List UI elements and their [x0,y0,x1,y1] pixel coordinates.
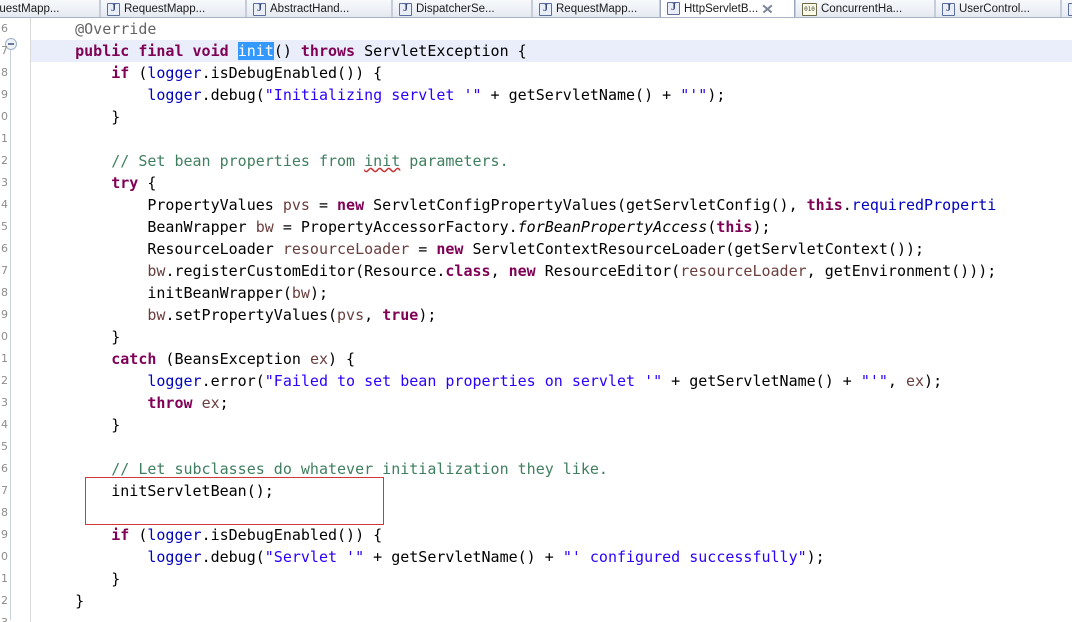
java-file-icon [253,2,266,16]
code-line[interactable]: PropertyValues pvs = new ServletConfigPr… [31,194,1072,216]
editor-tab-overflow[interactable] [1061,0,1072,17]
code-line[interactable]: initBeanWrapper(bw); [31,282,1072,304]
line-number: 8 [1,286,8,299]
line-number: 1 [1,132,8,145]
close-icon[interactable] [762,3,773,14]
editor-tab-label: DispatcherSe... [416,3,495,15]
editor-tab-requestmapp[interactable]: RequestMapp... [532,0,660,17]
editor-tab-label: questMapp... [0,3,60,15]
line-number: 2 [1,594,8,607]
code-line[interactable]: public final void init() throws ServletE… [31,40,1072,62]
editor-tab-abstracthand[interactable]: AbstractHand... [246,0,392,17]
code-line[interactable]: if (logger.isDebugEnabled()) { [31,524,1072,546]
code-line[interactable]: bw.registerCustomEditor(Resource.class, … [31,260,1072,282]
code-line[interactable]: } [31,106,1072,128]
code-line[interactable]: if (logger.isDebugEnabled()) { [31,62,1072,84]
editor-tab-dispatcherse[interactable]: DispatcherSe... [392,0,532,17]
code-line[interactable]: bw.setPropertyValues(pvs, true); [31,304,1072,326]
java-file-icon [539,2,552,16]
editor-tab-httpservletb[interactable]: HttpServletB... [660,0,795,17]
code-line[interactable]: } [31,590,1072,612]
line-number-gutter[interactable]: 6 7 8 9 0 1 2 3 4 5 6 7 8 9 0 1 2 3 4 5 6 7 8 9 0 1 2 3 [0,18,31,622]
editor-tab-label: RequestMapp... [556,3,638,15]
line-number: 9 [1,528,8,541]
line-number: 2 [1,374,8,387]
code-line[interactable]: @Override [31,18,1072,40]
line-number: 0 [1,110,8,123]
line-number: 4 [1,418,8,431]
line-number: 8 [1,66,8,79]
editor-tab-label: ConcurrentHa... [821,3,903,15]
line-number: 0 [1,330,8,343]
line-number: 6 [1,242,8,255]
line-number: 8 [1,506,8,519]
java-file-icon [667,1,680,15]
editor-tab-concurrentha[interactable]: ConcurrentHa... [795,0,935,17]
line-number: 7 [1,484,8,497]
line-number: 5 [1,440,8,453]
code-line[interactable]: } [31,414,1072,436]
code-editor[interactable]: 6 7 8 9 0 1 2 3 4 5 6 7 8 9 0 1 2 3 4 5 6 7 8 9 0 1 2 3 @Override p… [0,18,1072,622]
java-file-icon [107,2,120,16]
line-number: 6 [1,462,8,475]
folding-bar [10,50,11,620]
editor-tab-requestmapp[interactable]: RequestMapp... [100,0,246,17]
code-line[interactable]: logger.error("Failed to set bean propert… [31,370,1072,392]
code-line[interactable] [31,436,1072,458]
code-line[interactable]: // Set bean properties from init paramet… [31,150,1072,172]
line-number: 3 [1,176,8,189]
editor-tab-questmapp[interactable]: questMapp... [0,0,100,17]
code-line[interactable]: try { [31,172,1072,194]
editor-tab-label: RequestMapp... [124,3,206,15]
code-line[interactable]: ResourceLoader resourceLoader = new Serv… [31,238,1072,260]
line-number: 9 [1,88,8,101]
line-number: 2 [1,154,8,167]
line-number: 0 [1,550,8,563]
code-line[interactable]: throw ex; [31,392,1072,414]
code-line[interactable]: } [31,326,1072,348]
java-file-icon [942,2,955,16]
java-file-icon [399,2,412,16]
editor-tab-label: UserControl... [959,3,1030,15]
code-line[interactable]: catch (BeansException ex) { [31,348,1072,370]
line-number: 5 [1,220,8,233]
line-number: 9 [1,308,8,321]
line-number: 4 [1,198,8,211]
code-line[interactable]: } [31,568,1072,590]
line-number: 7 [1,264,8,277]
editor-tab-label: HttpServletB... [684,2,759,15]
line-number: 7 [1,44,8,57]
code-line[interactable]: logger.debug("Initializing servlet '" + … [31,84,1072,106]
code-line[interactable]: BeanWrapper bw = PropertyAccessorFactory… [31,216,1072,238]
code-line[interactable]: // Let subclasses do whatever initializa… [31,458,1072,480]
code-content[interactable]: @Override public final void init() throw… [31,18,1072,622]
line-number: 1 [1,572,8,585]
code-line[interactable]: initServletBean(); [31,480,1072,502]
code-line[interactable] [31,502,1072,524]
java-file-icon [1068,2,1072,16]
editor-tab-usercontrol[interactable]: UserControl... [935,0,1061,17]
editor-tab-bar: questMapp... RequestMapp... AbstractHand..… [0,0,1072,18]
code-line[interactable] [31,128,1072,150]
code-line[interactable]: logger.debug("Servlet '" + getServletNam… [31,546,1072,568]
line-number: 1 [1,352,8,365]
binary-file-icon [802,2,817,16]
line-number: 3 [0,612,8,622]
editor-tab-label: AbstractHand... [270,3,350,15]
line-number: 6 [1,22,8,35]
line-number: 3 [1,396,8,409]
